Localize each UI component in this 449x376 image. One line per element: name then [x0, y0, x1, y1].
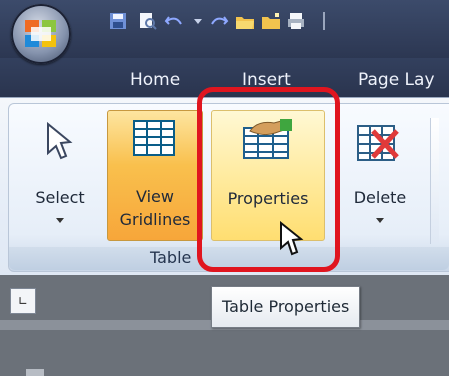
- tab-home[interactable]: Home: [130, 70, 180, 90]
- save-icon[interactable]: [106, 9, 130, 33]
- select-button[interactable]: Select: [18, 112, 102, 244]
- quick-access-divider: [312, 9, 336, 33]
- ruler-tab-icon: ∟: [17, 294, 29, 308]
- delete-label: Delete: [353, 188, 407, 207]
- highlight-frame: [197, 87, 340, 272]
- print-preview-icon[interactable]: [135, 9, 159, 33]
- delete-dropdown-icon: [376, 218, 384, 223]
- next-group-edge: [430, 118, 439, 244]
- select-dropdown-icon: [56, 218, 64, 223]
- delete-button[interactable]: Delete: [342, 112, 418, 244]
- office-logo-icon: [25, 20, 56, 47]
- open-icon[interactable]: [233, 9, 257, 33]
- delete-table-icon: [357, 125, 401, 167]
- new-folder-icon[interactable]: [259, 9, 283, 33]
- select-icon: [46, 121, 74, 164]
- view-gridlines-label: View Gridlines: [119, 187, 191, 229]
- view-gridlines-button[interactable]: View Gridlines: [107, 110, 203, 241]
- undo-icon[interactable]: [162, 9, 186, 33]
- tooltip: Table Properties: [211, 286, 361, 328]
- ruler-tab-selector[interactable]: ∟: [10, 288, 36, 314]
- document-corner: [26, 369, 44, 376]
- redo-icon[interactable]: [207, 9, 231, 33]
- gridlines-icon: [133, 120, 175, 160]
- tab-page-layout[interactable]: Page Lay: [358, 70, 435, 90]
- group-label: Table: [150, 248, 192, 267]
- print-icon[interactable]: [285, 9, 309, 33]
- select-label: Select: [35, 188, 85, 207]
